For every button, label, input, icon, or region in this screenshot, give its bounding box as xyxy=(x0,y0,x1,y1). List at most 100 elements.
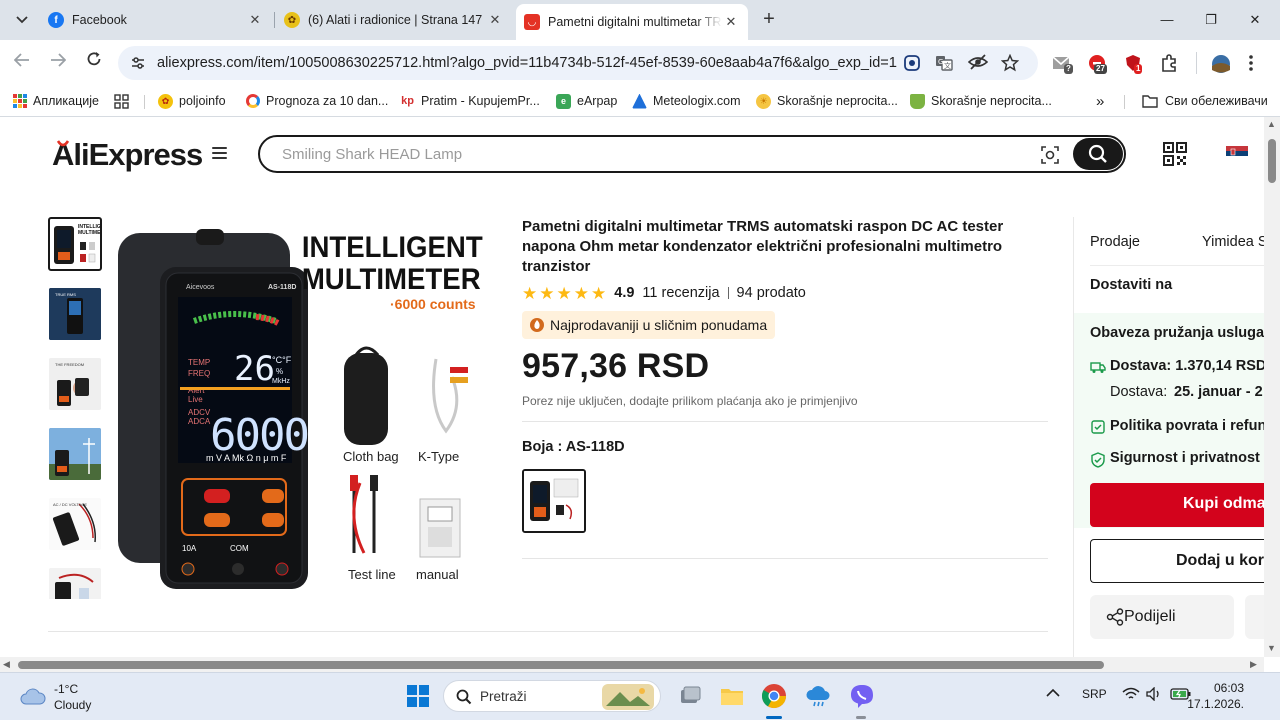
close-tab-icon[interactable]: ✕ xyxy=(246,12,264,28)
color-option-as-118d[interactable] xyxy=(522,469,586,533)
scroll-up-icon[interactable]: ▲ xyxy=(1267,119,1276,129)
weather-app-button[interactable] xyxy=(804,682,832,710)
bookmark-prognoza[interactable]: Prognoza za 10 dan... xyxy=(246,92,388,110)
new-tab-button[interactable]: + xyxy=(758,8,780,30)
lens-icon[interactable] xyxy=(902,54,922,72)
bookmark-unread-2[interactable]: Skorašnje neprocita... xyxy=(910,92,1052,110)
task-view-button[interactable] xyxy=(676,682,704,710)
file-explorer-button[interactable] xyxy=(718,682,746,710)
input-language[interactable]: SRP xyxy=(1082,687,1107,701)
viber-button[interactable] xyxy=(848,682,876,710)
scroll-left-icon[interactable]: ◀ xyxy=(3,659,10,670)
tab-alati-radionice[interactable]: ✿ (6) Alati i radionice | Strana 147 ✕ xyxy=(276,6,512,34)
tab-facebook[interactable]: f Facebook ✕ xyxy=(40,6,272,34)
bookmark-label: Skorašnje neprocita... xyxy=(777,94,898,108)
search-input[interactable]: Smiling Shark HEAD Lamp xyxy=(282,146,462,163)
bookmark-poljoinfo[interactable]: ✿ poljoinfo xyxy=(158,92,226,110)
scroll-down-icon[interactable]: ▼ xyxy=(1267,643,1276,653)
bookmark-earpap[interactable]: e eArpap xyxy=(556,92,617,110)
ublock-extension-icon[interactable]: 1 xyxy=(1124,54,1144,74)
categories-menu-button[interactable] xyxy=(212,147,227,159)
volume-status[interactable] xyxy=(1146,686,1162,704)
returns-policy[interactable]: Politika povrata i refund xyxy=(1110,418,1275,434)
close-tab-icon[interactable]: ✕ xyxy=(486,12,504,28)
ship-to-label[interactable]: Dostaviti na xyxy=(1090,277,1172,293)
svg-text:MkHz: MkHz xyxy=(272,378,290,385)
tab-search-button[interactable] xyxy=(8,8,36,32)
bookmark-star-icon[interactable] xyxy=(1000,53,1020,72)
all-bookmarks-button[interactable]: Сви обележивачи xyxy=(1142,92,1268,110)
image-search-icon[interactable] xyxy=(1040,145,1060,165)
vertical-scrollbar[interactable]: ▲ ▼ xyxy=(1264,117,1280,657)
clock-time: 06:03 xyxy=(1213,681,1244,695)
buy-now-button[interactable]: Kupi odmah xyxy=(1090,483,1280,527)
search-button[interactable] xyxy=(1073,138,1123,170)
thumbnail-3[interactable]: THE FREEDOM xyxy=(49,358,101,410)
product-price: 957,36 RSD xyxy=(522,347,710,385)
thumbnail-5[interactable]: AC / DC VOLTAGE xyxy=(49,498,101,550)
thumbnail-4[interactable] xyxy=(49,428,101,480)
gmail-extension-icon[interactable]: ? xyxy=(1052,54,1073,74)
add-to-cart-button[interactable]: Dodaj u korpu xyxy=(1090,539,1280,583)
thumbnail-1[interactable]: INTELLIGENTMULTIMETER xyxy=(48,217,102,271)
eye-off-icon[interactable] xyxy=(967,54,989,72)
reload-button[interactable] xyxy=(82,51,106,75)
svg-text:AC / DC VOLTAGE: AC / DC VOLTAGE xyxy=(53,502,87,507)
network-status[interactable] xyxy=(1122,687,1140,704)
translate-icon[interactable]: G文 xyxy=(934,54,954,72)
image-headline-2: MULTIMETER xyxy=(302,263,481,296)
forward-button[interactable] xyxy=(46,51,70,75)
bookmark-unread-1[interactable]: ☀ Skorašnje neprocita... xyxy=(756,92,898,110)
adblock-extension-icon[interactable]: 27 xyxy=(1088,54,1108,74)
more-bookmarks-button[interactable]: » xyxy=(1096,92,1104,110)
main-product-image[interactable]: TEMP FREQ Alert Live ADCV ADCA 26 °C°F %… xyxy=(116,217,502,593)
aliexpress-logo[interactable]: AliExpress xyxy=(52,137,203,173)
fire-badge-icon xyxy=(530,318,544,332)
bookmark-grid[interactable] xyxy=(114,92,129,110)
profile-avatar[interactable] xyxy=(1210,54,1234,73)
service-commitment-title: Obaveza pružanja usluga xyxy=(1090,325,1265,341)
start-button[interactable] xyxy=(404,682,432,710)
weather-widget[interactable]: -1°C Cloudy xyxy=(20,680,91,714)
active-app-indicator xyxy=(766,716,782,719)
security-privacy[interactable]: Sigurnost i privatnost xyxy=(1110,450,1260,466)
url-text[interactable]: aliexpress.com/item/1005008630225712.htm… xyxy=(157,55,897,71)
close-tab-icon[interactable]: ✕ xyxy=(722,14,740,30)
bookmark-meteologix[interactable]: Meteologix.com xyxy=(632,92,741,110)
cloud-icon xyxy=(20,688,46,705)
ring-icon xyxy=(246,94,260,108)
bookmark-kupujemprodajem[interactable]: kp Pratim - KupujemPr... xyxy=(400,92,540,110)
seller-name[interactable]: Yimidea S xyxy=(1202,234,1268,250)
accessory-label: manual xyxy=(416,567,459,582)
star-icon: ★ xyxy=(591,283,607,303)
tab-aliexpress-product[interactable]: ◡ Pametni digitalni multimetar TRMS ✕ xyxy=(516,4,748,40)
bookmark-label: Апликације xyxy=(33,94,99,108)
thumbnail-2[interactable]: TRUE RMS xyxy=(49,288,101,340)
close-window-button[interactable]: ✕ xyxy=(1240,8,1270,32)
bookmark-apps[interactable]: Апликације xyxy=(12,92,99,110)
product-search-bar[interactable]: Smiling Shark HEAD Lamp xyxy=(258,135,1126,173)
site-settings-icon[interactable] xyxy=(130,55,146,71)
system-clock[interactable]: 06:03 17.1.2026. xyxy=(1184,680,1244,712)
chrome-menu-icon[interactable] xyxy=(1248,54,1264,72)
address-bar[interactable]: aliexpress.com/item/1005008630225712.htm… xyxy=(118,46,1038,80)
serbia-flag-icon[interactable] xyxy=(1226,146,1248,161)
share-button[interactable]: Podijeli xyxy=(1090,595,1234,639)
thumbnail-6[interactable] xyxy=(49,568,101,599)
vertical-scroll-thumb[interactable] xyxy=(1268,139,1276,183)
restore-button[interactable]: ❐ xyxy=(1196,8,1226,32)
show-hidden-icons[interactable] xyxy=(1046,687,1060,701)
taskbar-search[interactable]: Pretraži xyxy=(443,680,661,712)
back-button[interactable] xyxy=(10,51,34,75)
reviews-link[interactable]: 11 recenzija xyxy=(642,285,719,301)
image-headline-1: INTELLIGENT xyxy=(302,231,483,264)
share-icon xyxy=(1106,608,1124,626)
scroll-right-icon[interactable]: ▶ xyxy=(1250,659,1257,670)
minimize-button[interactable]: — xyxy=(1152,8,1182,32)
panel-divider xyxy=(1090,265,1280,266)
qr-code-icon[interactable] xyxy=(1163,142,1187,166)
horizontal-scroll-thumb[interactable] xyxy=(18,661,1104,669)
chrome-taskbar-button[interactable] xyxy=(760,682,788,710)
horizontal-scrollbar[interactable]: ◀ ▶ xyxy=(0,657,1264,672)
extensions-puzzle-icon[interactable] xyxy=(1160,54,1180,72)
